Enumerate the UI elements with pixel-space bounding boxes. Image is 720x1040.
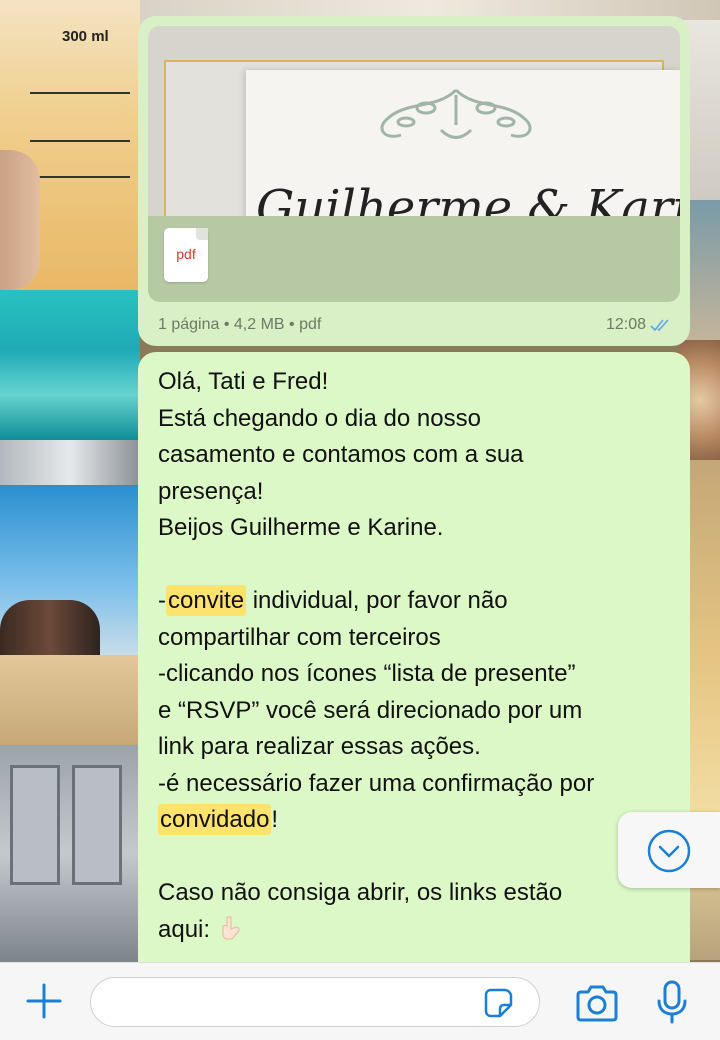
wallpaper-photo-people [0,600,100,660]
plus-icon[interactable] [24,981,64,1021]
line-rest: individual, por favor não [252,587,508,614]
cup-line [30,140,130,142]
wallpaper-photo-pool [0,290,140,440]
double-check-icon [650,319,669,332]
message-line [158,547,678,584]
message-line: e “RSVP” você será direcionado por um [158,696,583,724]
chevron-down-circle-icon [647,829,691,873]
wallpaper-hand [0,150,40,290]
camera-icon[interactable] [574,983,620,1023]
message-line: -convite individual, por favor não [158,583,678,620]
message-time: 12:08 [605,316,646,333]
text-message-bubble[interactable]: Olá, Tati e Fred! Está chegando o dia do… [138,352,690,992]
message-line: Olá, Tati e Fred! [158,368,329,395]
message-line: -é necessário fazer uma confirmação por [158,769,595,797]
cup-line [30,92,130,94]
wallpaper-photo-sand [0,655,140,745]
cup-label: 300 ml [62,28,109,45]
message-line: presença! [158,477,264,505]
train-window [72,765,122,885]
document-meta: 1 página • 4,2 MB • pdf [158,316,322,333]
cup-line [30,176,130,178]
line-prefix: - [158,587,166,614]
document-message-bubble[interactable]: Guilherme & Karine pdf 1 página • 4,2 MB… [138,16,690,346]
message-line [158,839,678,876]
floral-ornament-icon [380,88,532,139]
message-line: compartilhar com terceiros [158,623,441,651]
invitation-card: Guilherme & Karine [246,70,680,216]
line-suffix: ! [271,806,279,833]
train-window [10,765,60,885]
message-input[interactable] [90,977,540,1027]
sticker-icon[interactable] [480,985,516,1021]
scroll-to-bottom-button[interactable] [618,812,720,888]
message-line: aqui: [158,912,678,949]
message-line: Caso não consiga abrir, os links estão [158,879,563,906]
message-line: link para realizar essas ações. [158,733,481,760]
pointing-down-hand-icon [222,916,240,939]
message-input-bar [0,962,720,1040]
message-line: casamento e contamos com a sua [158,441,524,468]
message-line: Beijos Guilherme e Karine. [158,514,444,541]
wallpaper-photo-wall [0,440,140,485]
line-text: aqui: [158,915,211,943]
microphone-icon[interactable] [654,979,690,1025]
pdf-file-type: pdf [176,246,196,262]
message-text: Olá, Tati e Fred! Está chegando o dia do… [158,364,678,948]
message-line: convidado! [158,802,678,839]
wallpaper-photo-train [0,745,140,962]
highlight-convite: convite [166,585,247,616]
document-file-row[interactable]: pdf [148,216,680,302]
invitation-names: Guilherme & Karine [256,180,680,216]
message-line: -clicando nos ícones “lista de presente” [158,660,576,687]
highlight-convidado: convidado [158,804,272,835]
document-preview[interactable]: Guilherme & Karine [148,26,680,216]
pdf-file-icon: pdf [164,228,208,282]
message-line: Está chegando o dia do nosso [158,404,481,432]
